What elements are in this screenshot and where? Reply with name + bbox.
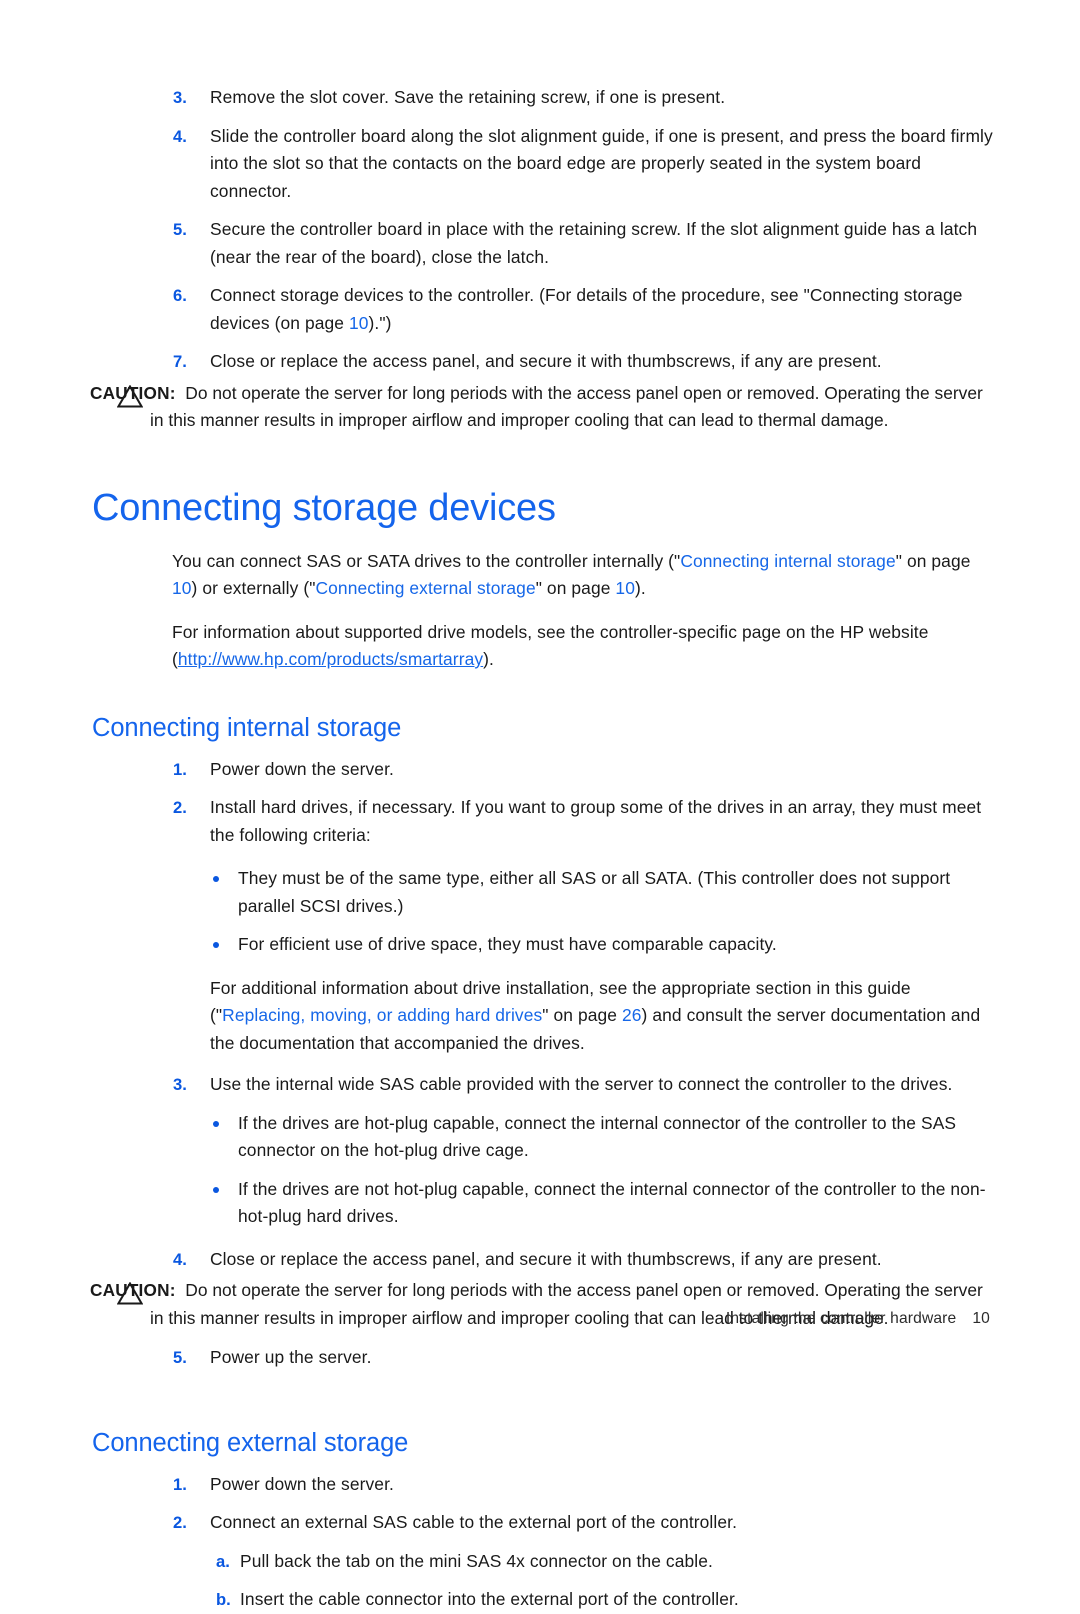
- list-marker: a.: [216, 1551, 230, 1571]
- page-title: Connecting storage devices: [92, 486, 556, 529]
- note-b: " on page: [542, 1005, 622, 1025]
- link-replacing-moving-adding-hard-drives[interactable]: Replacing, moving, or adding hard drives: [222, 1005, 542, 1025]
- intro-paragraph-2-text: For information about supported drive mo…: [172, 619, 984, 674]
- list-marker: 7.: [173, 352, 187, 371]
- internal-storage-step-list: 1. Power down the server. 2. Install har…: [0, 756, 1080, 1274]
- list-item: 4. Close or replace the access panel, an…: [0, 1246, 1080, 1274]
- internal-storage-note-text: For additional information about drive i…: [210, 975, 1000, 1058]
- spacer-before-external-heading: [0, 1383, 1080, 1427]
- list-item-text: Insert the cable connector into the exte…: [240, 1589, 739, 1609]
- caution-text: Do not operate the server for long perio…: [150, 382, 983, 431]
- list-item: 4. Slide the controller board along the …: [0, 123, 1080, 206]
- intro-p1-b: " on page: [895, 550, 971, 571]
- list-item: a. Pull back the tab on the mini SAS 4x …: [0, 1548, 1080, 1576]
- step-list-top: 3. Remove the slot cover. Save the retai…: [0, 84, 1080, 376]
- list-marker: 4.: [173, 1249, 187, 1269]
- list-item-text: Remove the slot cover. Save the retainin…: [210, 87, 726, 107]
- list-item: 2. Install hard drives, if necessary. If…: [0, 794, 1080, 849]
- list-item: 3. Use the internal wide SAS cable provi…: [0, 1071, 1080, 1099]
- list-item: 5. Secure the controller board in place …: [0, 216, 1080, 271]
- bullet-item-text: They must be of the same type, either al…: [238, 868, 951, 916]
- hp-website-url-link[interactable]: http://www.hp.com/products/smartarray: [178, 649, 483, 669]
- list-marker: b.: [216, 1590, 231, 1609]
- list-item: If the drives are not hot-plug capable, …: [0, 1176, 1080, 1231]
- list-item: 7. Close or replace the access panel, an…: [0, 348, 1080, 376]
- intro-p1-d: " on page: [535, 578, 616, 598]
- spacer-after-internal-heading: [0, 744, 1080, 756]
- page-footer: Installing the controller hardware 10: [0, 1310, 1080, 1328]
- list-item: 6. Connect storage devices to the contro…: [0, 282, 1080, 337]
- bullet-item-text: For efficient use of drive space, they m…: [238, 934, 777, 954]
- spacer-before-main-heading: [0, 447, 1080, 485]
- list-item: 1. Power down the server.: [0, 756, 1080, 784]
- step6-text-after: )."): [368, 312, 392, 333]
- list-item: For efficient use of drive space, they m…: [0, 931, 1080, 959]
- page-reference-link[interactable]: 10: [349, 313, 369, 333]
- list-marker: 1.: [173, 759, 187, 779]
- list-item-text: Secure the controller board in place wit…: [210, 219, 978, 267]
- spacer-after-main-heading: [0, 531, 1080, 548]
- spacer-before-internal-heading: [0, 690, 1080, 712]
- list-marker: 5.: [173, 1348, 187, 1367]
- page-reference-link[interactable]: 10: [172, 578, 192, 598]
- list-item: 3. Remove the slot cover. Save the retai…: [0, 84, 1080, 112]
- list-marker: 4.: [173, 126, 187, 146]
- list-item: 5. Power up the server.: [0, 1344, 1080, 1372]
- list-item-text: Power up the server.: [210, 1347, 372, 1367]
- step6-text-before: Connect storage devices to the controlle…: [210, 285, 963, 333]
- list-item: They must be of the same type, either al…: [0, 865, 1080, 920]
- list-item-text: Close or replace the access panel, and s…: [210, 1248, 882, 1269]
- bullet-item-text: If the drives are hot-plug capable, conn…: [238, 1112, 957, 1161]
- intro-paragraph-1: You can connect SAS or SATA drives to th…: [0, 548, 1080, 603]
- external-storage-step-list: 1. Power down the server. 2. Connect an …: [0, 1471, 1080, 1614]
- bullet-dot-icon: [213, 1120, 219, 1127]
- list-marker: 1.: [173, 1474, 187, 1494]
- link-connecting-internal-storage[interactable]: Connecting internal storage: [680, 551, 895, 571]
- list-item: b. Insert the cable connector into the e…: [0, 1586, 1080, 1614]
- list-item-text: Power down the server.: [210, 758, 394, 779]
- intro-p1-c: ) or externally (": [191, 578, 316, 598]
- list-item-text: Install hard drives, if necessary. If yo…: [210, 797, 982, 845]
- intro-p1-e: ).: [634, 578, 646, 598]
- caution-block: CAUTION: Do not operate the server for l…: [0, 380, 1080, 435]
- caution-text-wrap: CAUTION: Do not operate the server for l…: [90, 380, 995, 435]
- bullet-dot-icon: [213, 876, 219, 882]
- list-item: 2. Connect an external SAS cable to the …: [0, 1509, 1080, 1537]
- list-marker: 5.: [173, 220, 187, 239]
- page-reference-link[interactable]: 26: [622, 1005, 642, 1025]
- spacer-after-external-heading: [0, 1459, 1080, 1471]
- bullet-item-text: If the drives are not hot-plug capable, …: [238, 1178, 986, 1227]
- document-page: 3. Remove the slot cover. Save the retai…: [0, 0, 1080, 1609]
- list-marker: 6.: [173, 286, 187, 305]
- intro-p2-b: ).: [483, 649, 494, 669]
- list-item-text: Power down the server.: [210, 1473, 394, 1494]
- list-marker: 3.: [173, 88, 187, 107]
- list-item-text: Use the internal wide SAS cable provided…: [210, 1074, 953, 1094]
- list-item: 1. Power down the server.: [0, 1471, 1080, 1499]
- bullet-dot-icon: [213, 942, 219, 948]
- list-item-text: Close or replace the access panel, and s…: [210, 351, 882, 371]
- section-heading-internal-storage: Connecting internal storage: [92, 713, 402, 742]
- footer-title: Installing the controller hardware: [725, 1310, 957, 1327]
- list-marker: 3.: [173, 1075, 187, 1094]
- bullet-dot-icon: [213, 1186, 219, 1193]
- list-marker: 2.: [173, 1513, 187, 1532]
- intro-paragraph-2: For information about supported drive mo…: [0, 619, 1080, 674]
- section-heading-external-storage: Connecting external storage: [92, 1428, 409, 1457]
- link-connecting-external-storage[interactable]: Connecting external storage: [316, 578, 536, 598]
- list-marker: 2.: [173, 798, 187, 817]
- list-item-text: Pull back the tab on the mini SAS 4x con…: [240, 1550, 713, 1571]
- list-item-text: Slide the controller board along the slo…: [210, 125, 993, 201]
- list-item: If the drives are hot-plug capable, conn…: [0, 1110, 1080, 1165]
- footer-page-number: 10: [972, 1310, 990, 1327]
- internal-storage-note: For additional information about drive i…: [0, 975, 1080, 1058]
- list-item-text: Connect storage devices to the controlle…: [210, 282, 995, 337]
- page-reference-link[interactable]: 10: [615, 578, 635, 598]
- top-spacer: [0, 0, 1080, 84]
- intro-paragraph-1-text: You can connect SAS or SATA drives to th…: [172, 548, 984, 603]
- list-item-text: Connect an external SAS cable to the ext…: [210, 1512, 737, 1532]
- intro-p1-a: You can connect SAS or SATA drives to th…: [172, 550, 681, 571]
